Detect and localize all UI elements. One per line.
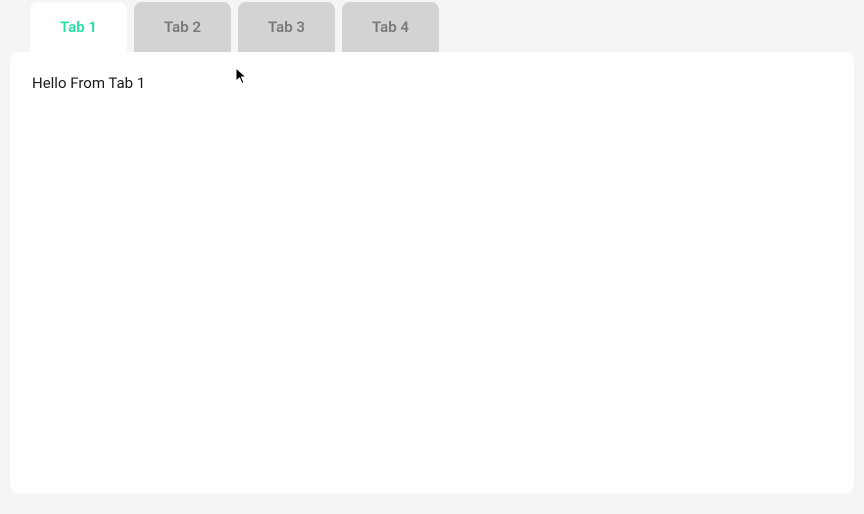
tab-3[interactable]: Tab 3 — [238, 2, 335, 52]
tab-label: Tab 2 — [164, 18, 201, 36]
tab-1[interactable]: Tab 1 — [30, 2, 127, 52]
tab-4[interactable]: Tab 4 — [342, 2, 439, 52]
tab-2[interactable]: Tab 2 — [134, 2, 231, 52]
tab-label: Tab 3 — [268, 18, 305, 36]
tab-content-panel: Hello From Tab 1 — [10, 52, 854, 494]
content-text: Hello From Tab 1 — [32, 74, 832, 92]
app-container: Tab 1 Tab 2 Tab 3 Tab 4 Hello From Tab 1 — [0, 0, 864, 504]
tab-label: Tab 1 — [60, 18, 97, 36]
tab-label: Tab 4 — [372, 18, 409, 36]
tab-bar: Tab 1 Tab 2 Tab 3 Tab 4 — [30, 2, 854, 52]
